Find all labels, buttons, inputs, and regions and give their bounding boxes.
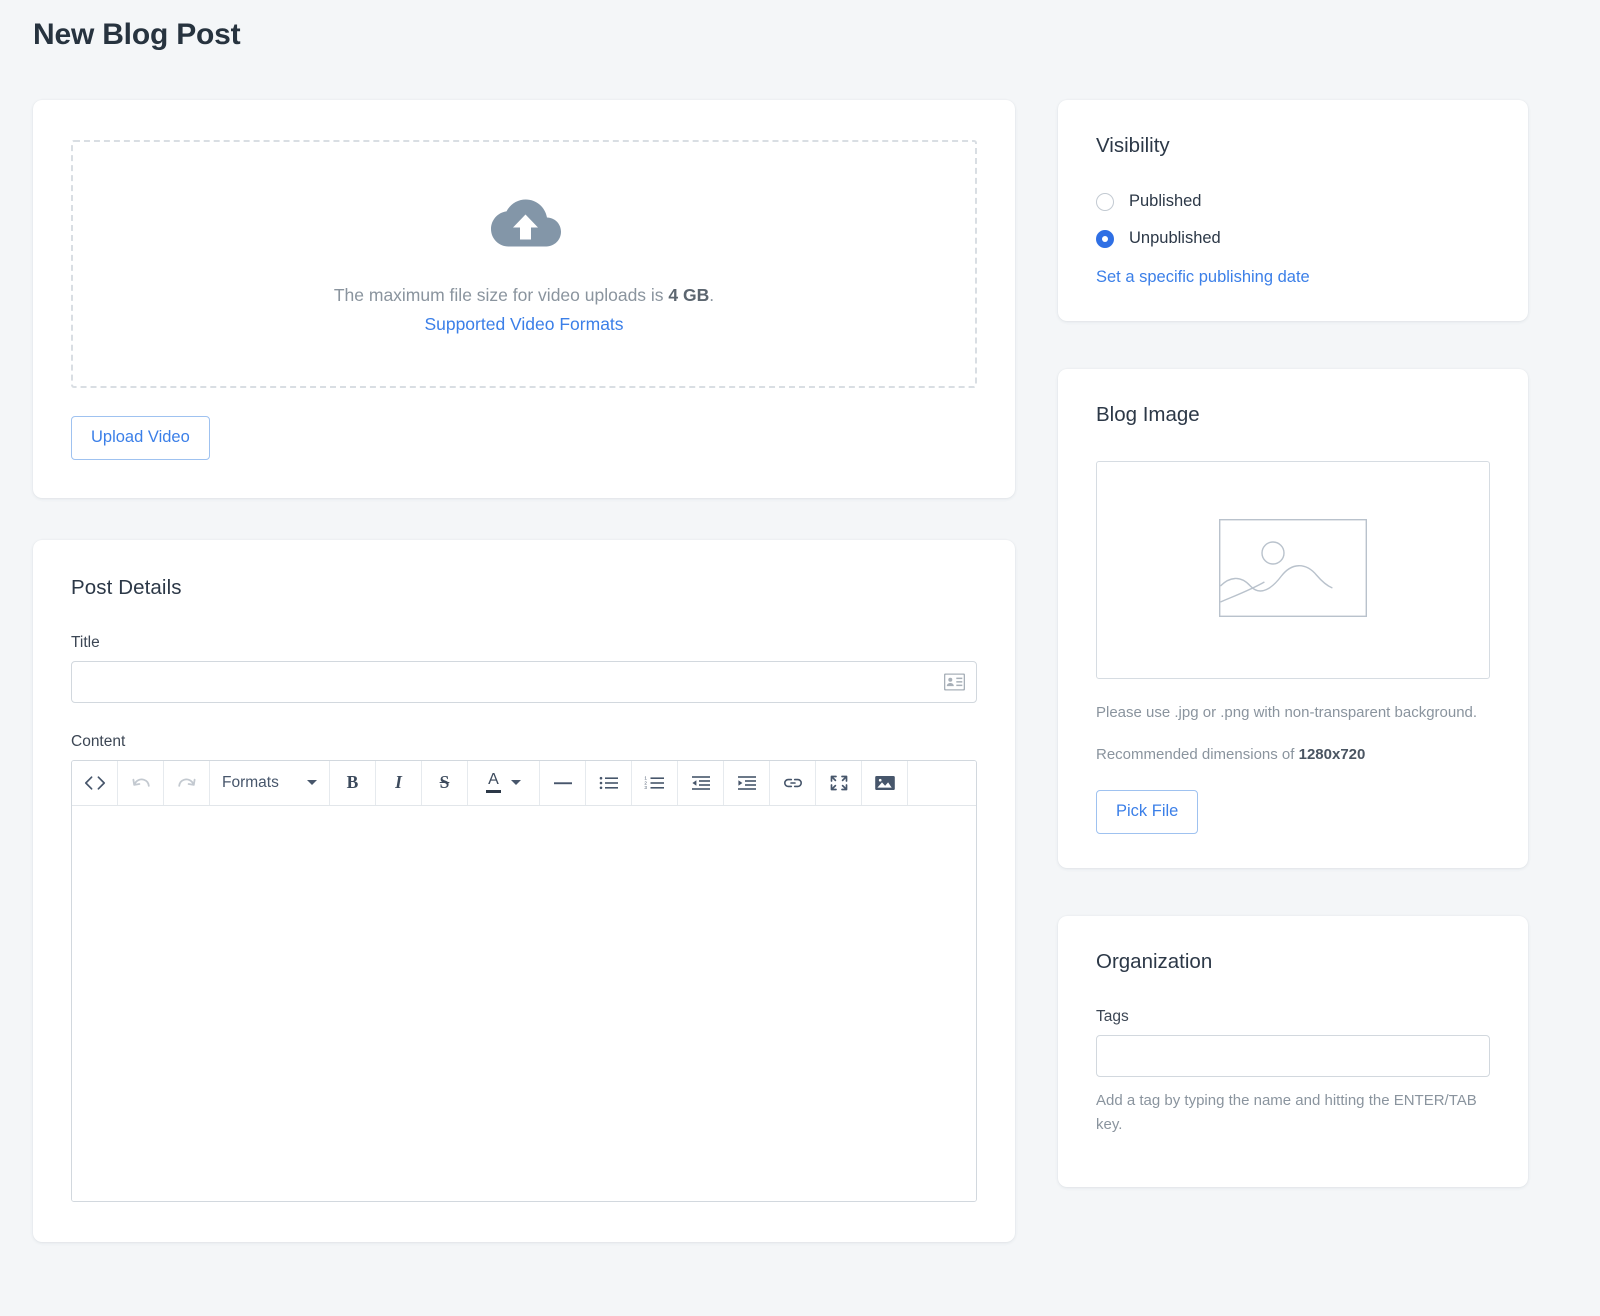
upload-message-suffix: . <box>709 285 715 306</box>
editor-toolbar: Formats B I S A 1 2 3 <box>72 760 976 806</box>
undo-icon[interactable] <box>118 760 164 805</box>
horizontal-rule-icon[interactable] <box>540 760 586 805</box>
strikethrough-label: S <box>439 772 450 793</box>
blog-image-help-2: Recommended dimensions of 1280x720 <box>1096 743 1490 767</box>
bold-button[interactable]: B <box>330 760 376 805</box>
fullscreen-icon[interactable] <box>816 760 862 805</box>
blog-image-heading: Blog Image <box>1096 403 1200 426</box>
indent-icon[interactable] <box>724 760 770 805</box>
image-placeholder-icon <box>1218 518 1368 622</box>
right-column: Visibility Published Unpublished Set a s… <box>1058 100 1528 1235</box>
recommended-dimensions-prefix: Recommended dimensions of <box>1096 746 1299 764</box>
upload-message-prefix: The maximum file size for video uploads … <box>333 285 669 306</box>
video-upload-card: The maximum file size for video uploads … <box>33 100 1015 498</box>
title-input-wrap <box>71 660 977 703</box>
rich-text-editor: Formats B I S A 1 2 3 <box>71 759 977 1202</box>
tags-label: Tags <box>1096 1007 1129 1025</box>
text-color-button[interactable]: A <box>468 760 540 805</box>
new-blog-post-page: New Blog Post The maximum file size for … <box>0 0 1600 1316</box>
pick-file-button[interactable]: Pick File <box>1096 789 1199 834</box>
page-title: New Blog Post <box>33 18 241 51</box>
bullet-list-icon[interactable] <box>586 760 632 805</box>
set-publishing-date-link[interactable]: Set a specific publishing date <box>1096 268 1310 287</box>
toolbar-empty-space <box>908 760 976 805</box>
text-color-label: A <box>488 771 499 789</box>
post-details-heading: Post Details <box>71 575 182 599</box>
text-color-swatch <box>486 790 501 794</box>
radio-published-label: Published <box>1129 192 1202 210</box>
tags-help-text: Add a tag by typing the name and hitting… <box>1096 1091 1477 1134</box>
italic-button[interactable]: I <box>376 760 422 805</box>
cloud-upload-icon <box>484 193 564 260</box>
left-column: The maximum file size for video uploads … <box>33 100 1015 1242</box>
organization-card: Organization Tags Add a tag by typing th… <box>1058 915 1528 1187</box>
tags-input[interactable] <box>1096 1034 1490 1077</box>
radio-published[interactable] <box>1096 192 1114 211</box>
insert-image-icon[interactable] <box>862 760 908 805</box>
chevron-down-icon <box>307 780 317 786</box>
strikethrough-button[interactable]: S <box>422 760 468 805</box>
content-label: Content <box>71 732 126 750</box>
radio-unpublished[interactable] <box>1096 229 1114 248</box>
italic-label: I <box>395 772 402 793</box>
upload-size-message: The maximum file size for video uploads … <box>334 282 714 309</box>
formats-dropdown[interactable]: Formats <box>210 760 330 805</box>
supported-video-formats-link[interactable]: Supported Video Formats <box>424 314 623 335</box>
blog-image-card: Blog Image Please use .jpg or .png with … <box>1058 369 1528 868</box>
visibility-card: Visibility Published Unpublished Set a s… <box>1058 100 1528 321</box>
visibility-option-unpublished[interactable]: Unpublished <box>1096 229 1490 248</box>
visibility-option-published[interactable]: Published <box>1096 192 1490 211</box>
editor-content-area[interactable] <box>72 805 976 1201</box>
link-icon[interactable] <box>770 760 816 805</box>
source-code-icon[interactable] <box>72 760 118 805</box>
formats-dropdown-label: Formats <box>222 773 279 791</box>
outdent-icon[interactable] <box>678 760 724 805</box>
upload-max-size: 4 GB <box>668 285 710 306</box>
recommended-dimensions-value: 1280x720 <box>1298 746 1366 764</box>
bold-label: B <box>346 772 359 793</box>
upload-video-button[interactable]: Upload Video <box>71 416 210 460</box>
contact-card-icon[interactable] <box>943 672 966 691</box>
pick-file-wrap: Pick File <box>1096 789 1490 834</box>
title-label: Title <box>71 633 100 651</box>
redo-icon[interactable] <box>164 760 210 805</box>
svg-text:3: 3 <box>644 785 647 790</box>
text-color-chevron-down-icon[interactable] <box>511 780 521 786</box>
blog-image-help-1: Please use .jpg or .png with non-transpa… <box>1096 704 1478 721</box>
visibility-heading: Visibility <box>1096 134 1170 157</box>
title-input[interactable] <box>71 660 977 703</box>
radio-unpublished-label: Unpublished <box>1129 229 1221 247</box>
organization-heading: Organization <box>1096 949 1213 973</box>
numbered-list-icon[interactable]: 1 2 3 <box>632 760 678 805</box>
post-details-card: Post Details Title Content Formats B I S… <box>33 539 1015 1242</box>
blog-image-preview[interactable] <box>1096 461 1490 679</box>
video-dropzone[interactable]: The maximum file size for video uploads … <box>71 140 977 388</box>
